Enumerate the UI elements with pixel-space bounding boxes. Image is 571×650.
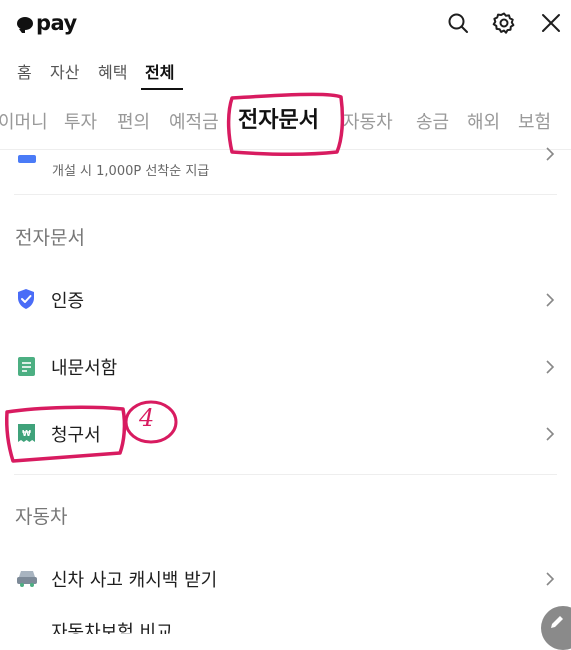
category-edocument[interactable]: 전자문서 — [238, 108, 319, 134]
list-item-bill[interactable]: ₩ 청구서 — [0, 412, 571, 454]
chevron-right-icon — [543, 426, 557, 441]
gear-icon[interactable] — [489, 8, 519, 38]
bill-won-icon: ₩ — [17, 422, 37, 444]
chevron-right-icon[interactable] — [543, 146, 557, 161]
tab-assets[interactable]: 자산 — [50, 62, 79, 84]
category-transfer[interactable]: 송금 — [416, 110, 449, 136]
document-icon — [17, 355, 37, 377]
promo-card-icon — [16, 150, 40, 163]
logo-text: pay — [36, 11, 77, 35]
active-tab-indicator — [141, 88, 183, 90]
tab-all[interactable]: 전체 — [145, 62, 174, 84]
list-item-label: 내문서함 — [51, 358, 118, 379]
svg-text:₩: ₩ — [22, 429, 31, 438]
section-title-edocument: 전자문서 — [15, 227, 85, 249]
list-item-label: 청구서 — [51, 425, 101, 446]
search-icon[interactable] — [443, 8, 473, 38]
category-overseas[interactable]: 해외 — [467, 110, 500, 136]
list-item-new-car-cashback[interactable]: 신차 사고 캐시백 받기 — [0, 557, 571, 599]
category-insurance[interactable]: 보험 — [518, 110, 551, 136]
list-item-car-insurance[interactable]: 자동차보험 비교 — [0, 612, 571, 634]
list-item-label: 자동차보험 비교 — [51, 622, 173, 634]
tab-home[interactable]: 홈 — [17, 62, 32, 84]
shield-check-icon — [16, 288, 36, 310]
car-icon — [15, 567, 39, 589]
kakaopay-logo: pay — [17, 8, 77, 38]
pencil-icon — [551, 616, 563, 628]
category-car[interactable]: 자동차 — [343, 110, 393, 136]
category-invest[interactable]: 투자 — [64, 110, 97, 136]
chevron-right-icon — [543, 359, 557, 374]
category-divider — [0, 149, 571, 150]
list-item-auth[interactable]: 인증 — [0, 278, 571, 320]
category-savings[interactable]: 예적금 — [169, 110, 219, 136]
chevron-right-icon — [543, 571, 557, 586]
category-emoney[interactable]: 이머니 — [0, 110, 48, 136]
promo-subtext: 개설 시 1,000P 선착순 지급 — [52, 164, 210, 179]
chevron-right-icon — [543, 292, 557, 307]
speech-bubble-icon — [17, 16, 33, 33]
list-item-label: 인증 — [51, 291, 85, 312]
section-divider — [14, 474, 557, 475]
list-item-label: 신차 사고 캐시백 받기 — [51, 570, 218, 591]
annotation-step-number: 4 — [139, 404, 155, 432]
list-item-my-documents[interactable]: 내문서함 — [0, 345, 571, 387]
edit-fab[interactable] — [541, 606, 571, 650]
close-icon[interactable] — [536, 8, 566, 38]
category-convenience[interactable]: 편의 — [117, 110, 150, 136]
tab-benefits[interactable]: 혜택 — [98, 62, 127, 84]
section-title-car: 자동차 — [15, 506, 68, 528]
section-divider — [14, 194, 557, 195]
